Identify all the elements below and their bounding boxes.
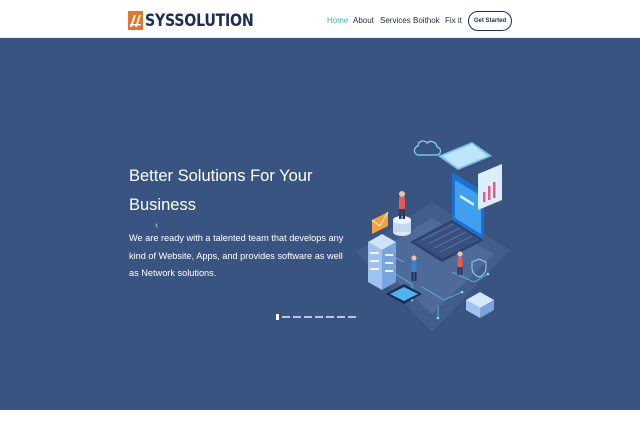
get-started-button[interactable]: Get Started (468, 11, 512, 31)
hero-description: We are ready with a talented team that d… (129, 233, 344, 278)
carousel-indicator[interactable] (326, 316, 334, 318)
isometric-network-illustration (356, 140, 510, 332)
nav-item-home[interactable]: Home (327, 15, 348, 26)
carousel-indicators (276, 314, 359, 320)
nav-item-services[interactable]: Services (380, 15, 411, 26)
hero-title: Better Solutions For Your Business (129, 162, 339, 220)
hero-carousel: Better Solutions For Your Business ‹ We … (0, 38, 640, 410)
sys-logo-icon (128, 10, 143, 30)
carousel-indicator[interactable] (282, 316, 290, 318)
nav-item-boithok[interactable]: Boithok (413, 15, 440, 26)
brand-name: SYSSOLUTION (145, 10, 254, 30)
nav-item-about[interactable]: About (353, 15, 374, 26)
carousel-indicator[interactable] (337, 316, 345, 318)
carousel-indicator[interactable] (276, 314, 279, 320)
page-bottom (0, 410, 640, 426)
carousel-indicator[interactable] (293, 316, 301, 318)
nav-item-fix-it[interactable]: Fix it (445, 15, 462, 26)
carousel-indicator[interactable] (315, 316, 323, 318)
hero-title-line-1: Better Solutions For Your (129, 167, 313, 185)
site-header: SYSSOLUTION Home About Services Boithok … (0, 0, 640, 38)
brand-logo[interactable]: SYSSOLUTION (128, 9, 271, 31)
page: SYSSOLUTION Home About Services Boithok … (0, 0, 640, 426)
carousel-indicator[interactable] (304, 316, 312, 318)
hero-title-line-2: Business (129, 196, 196, 214)
